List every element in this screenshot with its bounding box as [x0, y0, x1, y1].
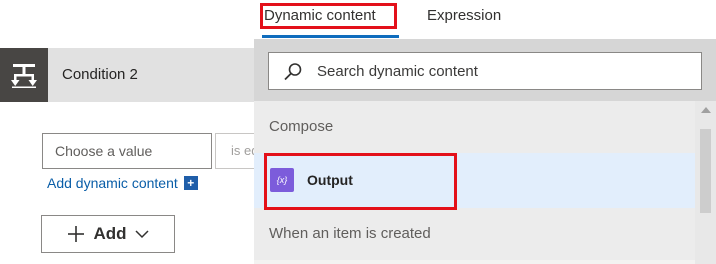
scrollbar-thumb[interactable] [700, 129, 711, 213]
add-dynamic-content-label: Add dynamic content [47, 175, 178, 191]
add-button-label: Add [93, 224, 127, 243]
search-input[interactable] [317, 53, 687, 89]
group-header-compose[interactable]: Compose [254, 101, 695, 153]
scroll-up-arrow-icon[interactable] [701, 107, 711, 113]
condition-header[interactable]: Condition 2 [0, 48, 254, 102]
add-dynamic-content-plus-icon: + [183, 176, 198, 190]
condition-title: Condition 2 [62, 66, 138, 83]
choose-value-placeholder: Choose a value [55, 143, 153, 159]
plus-icon [68, 226, 85, 242]
add-button[interactable]: Add [41, 215, 175, 253]
chevron-down-icon [134, 230, 149, 239]
search-area [254, 39, 716, 101]
highlight-box-dynamic-content-tab [260, 3, 397, 29]
scrollbar[interactable] [695, 101, 716, 264]
search-icon [284, 63, 302, 81]
tab-expression[interactable]: Expression [427, 7, 501, 24]
active-tab-underline [262, 35, 399, 38]
dynamic-content-panel: Dynamic content Expression Compose {x} O… [254, 0, 716, 264]
add-dynamic-content-link[interactable]: Add dynamic content + [47, 175, 198, 191]
highlight-box-output-item [264, 153, 457, 210]
condition-icon [0, 48, 48, 102]
group-header-when-item-created[interactable]: When an item is created [254, 208, 695, 260]
choose-value-input[interactable]: Choose a value [42, 133, 212, 169]
search-box[interactable] [268, 52, 702, 90]
